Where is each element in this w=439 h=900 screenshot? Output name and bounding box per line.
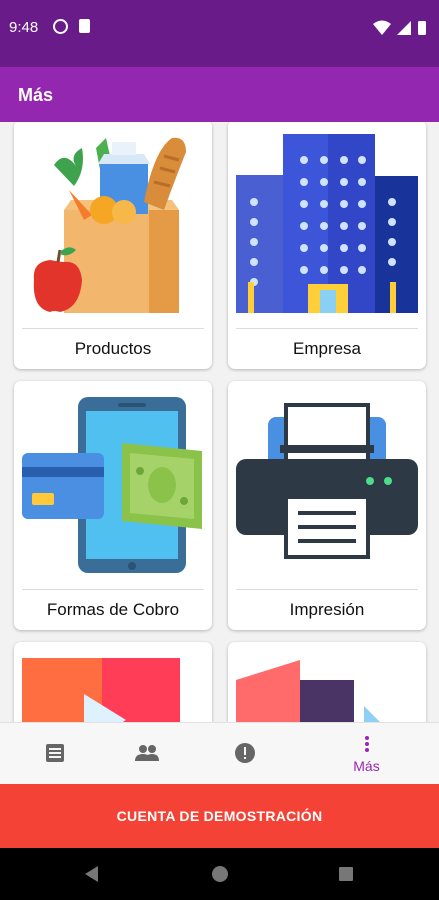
payment-methods-icon [22,397,202,573]
card-formas-de-cobro[interactable]: Formas de Cobro [14,381,212,630]
demo-account-banner[interactable]: CUENTA DE DEMOSTRACIÓN [0,784,439,848]
wifi-icon [373,20,391,35]
card-label: Formas de Cobro [46,600,180,619]
sync-icon [53,19,68,34]
card-divider [22,328,204,329]
card-divider [236,589,418,590]
card-empresa[interactable]: Empresa [228,122,426,369]
more-vertical-icon [364,736,369,752]
office-building-icon [236,134,418,313]
system-navigation-bar [0,848,439,900]
system-status-icons [373,20,426,35]
card-divider [22,589,204,590]
home-icon [212,866,228,882]
system-nav-buttons [85,866,353,882]
nav-item-alerts[interactable] [190,723,299,785]
card-label: Productos [74,339,152,358]
nav-item-label: Más [353,758,380,774]
bottom-navigation: Más [0,722,439,784]
battery-icon [418,21,426,35]
grocery-bag-icon [33,137,186,313]
card-shapes[interactable] [228,642,426,722]
document-list-icon [45,744,64,762]
app-bar: Más [0,67,439,122]
card-divider [236,328,418,329]
nav-item-people[interactable] [92,723,201,785]
status-bar: 9:48 [0,0,439,67]
recents-icon [339,867,353,881]
alert-icon [234,743,255,763]
menu-grid: Productos Empresa Formas de Cobro Impres… [0,122,439,722]
signal-icon [397,21,411,35]
printer-icon [236,403,418,559]
shapes-icon [236,660,380,722]
card-label: Impresión [289,600,365,619]
card-impresion[interactable]: Impresión [228,381,426,630]
status-time: 9:48 [9,19,39,36]
nav-item-more[interactable]: Más [312,723,421,785]
video-player-icon [22,658,180,722]
card-video[interactable] [14,642,212,722]
back-icon [85,866,98,882]
page-title: Más [18,85,54,105]
card-label: Empresa [292,339,362,358]
card-productos[interactable]: Productos [14,122,212,369]
people-icon [134,745,159,761]
sd-card-icon [79,19,90,33]
